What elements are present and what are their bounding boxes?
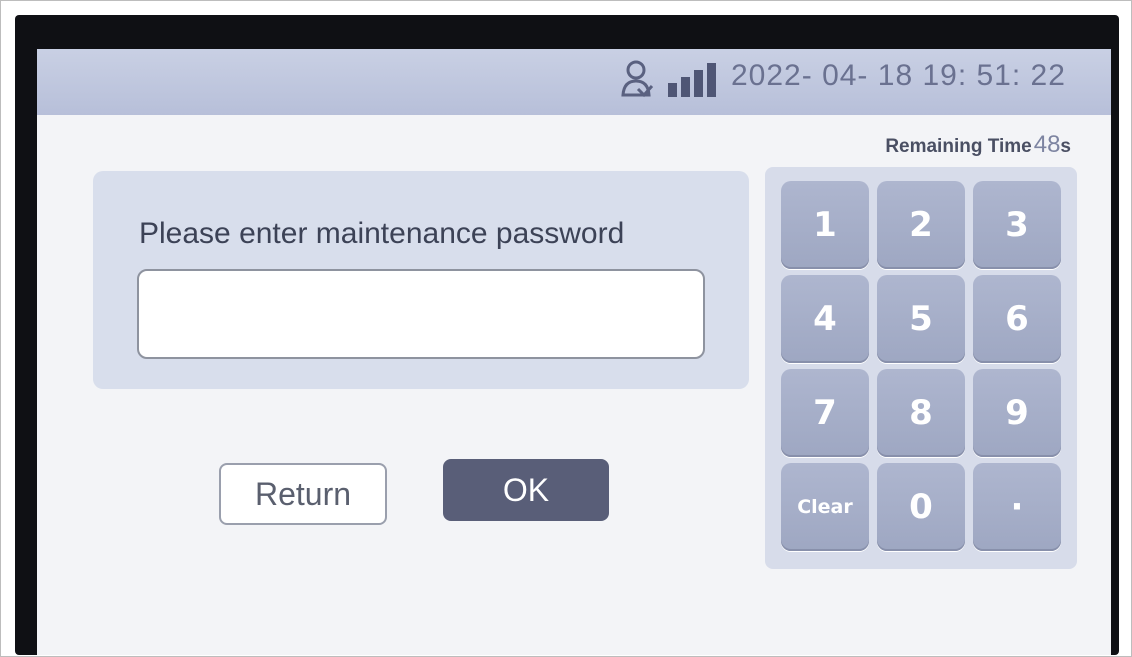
key-9[interactable]: 9 [973,369,1061,457]
password-prompt: Please enter maintenance password [139,217,625,250]
key-clear[interactable]: Clear [781,463,869,551]
numeric-keypad: 1 2 3 4 5 6 7 8 9 Clear 0 · [765,167,1077,569]
key-8[interactable]: 8 [877,369,965,457]
key-3[interactable]: 3 [973,181,1061,269]
key-0[interactable]: 0 [877,463,965,551]
key-2[interactable]: 2 [877,181,965,269]
remaining-time-value: 48 [1033,131,1061,158]
signal-bars-icon [668,63,716,97]
user-icon [621,60,654,98]
photo-frame: 2022- 04- 18 19: 51: 22 Remaining Time48… [0,0,1132,657]
remaining-time-label: Remaining Time [885,136,1032,157]
device-screen: 2022- 04- 18 19: 51: 22 Remaining Time48… [37,49,1111,655]
password-input[interactable] [137,269,705,359]
key-4[interactable]: 4 [781,275,869,363]
device-bezel: 2022- 04- 18 19: 51: 22 Remaining Time48… [15,15,1119,655]
key-5[interactable]: 5 [877,275,965,363]
ok-button[interactable]: OK [443,459,609,521]
password-panel: Please enter maintenance password [93,171,749,389]
key-6[interactable]: 6 [973,275,1061,363]
key-decimal-point[interactable]: · [973,463,1061,551]
return-button[interactable]: Return [219,463,387,525]
status-bar: 2022- 04- 18 19: 51: 22 [37,49,1111,115]
remaining-time-unit: s [1060,136,1071,157]
remaining-time: Remaining Time48s [885,131,1071,159]
status-datetime: 2022- 04- 18 19: 51: 22 [731,59,1066,92]
key-1[interactable]: 1 [781,181,869,269]
key-7[interactable]: 7 [781,369,869,457]
